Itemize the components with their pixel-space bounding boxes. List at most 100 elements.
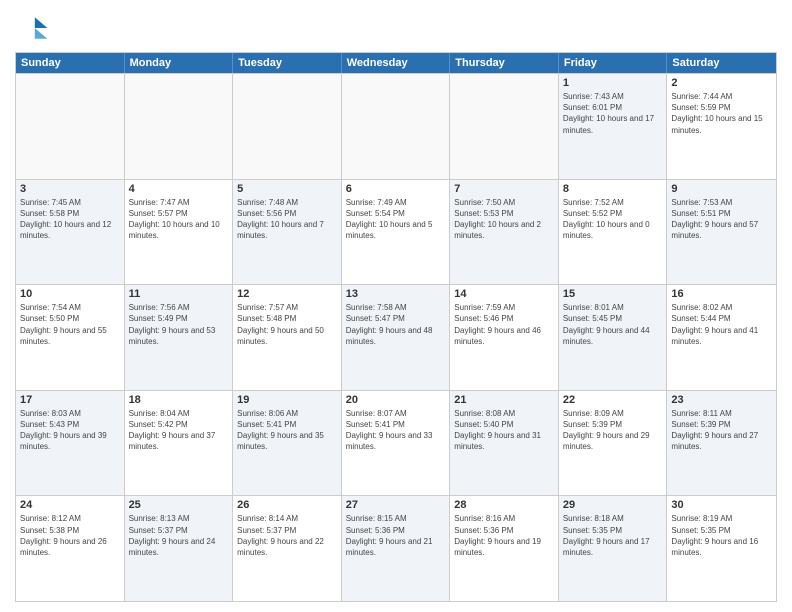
calendar-cell: [233, 74, 342, 179]
day-info: Sunrise: 8:15 AM Sunset: 5:36 PM Dayligh…: [346, 513, 446, 558]
calendar-cell: 20Sunrise: 8:07 AM Sunset: 5:41 PM Dayli…: [342, 391, 451, 496]
cal-header-cell: Saturday: [667, 53, 776, 73]
day-info: Sunrise: 7:44 AM Sunset: 5:59 PM Dayligh…: [671, 91, 772, 136]
day-number: 22: [563, 394, 663, 406]
day-number: 26: [237, 499, 337, 511]
calendar-cell: 1 Sunrise: 7:43 AM Sunset: 6:01 PM Daylig…: [559, 74, 668, 179]
calendar-cell: 8Sunrise: 7:52 AM Sunset: 5:52 PM Daylig…: [559, 180, 668, 285]
day-info: Sunrise: 8:07 AM Sunset: 5:41 PM Dayligh…: [346, 408, 446, 453]
day-info: Sunrise: 8:02 AM Sunset: 5:44 PM Dayligh…: [671, 302, 772, 347]
calendar-cell: 3 Sunrise: 7:45 AM Sunset: 5:58 PM Daylig…: [16, 180, 125, 285]
calendar-cell: [16, 74, 125, 179]
day-number: 16: [671, 288, 772, 300]
day-number: 29: [563, 499, 663, 511]
calendar-row: 3 Sunrise: 7:45 AM Sunset: 5:58 PM Daylig…: [16, 179, 776, 285]
calendar-header-row: SundayMondayTuesdayWednesdayThursdayFrid…: [16, 53, 776, 73]
day-number: 21: [454, 394, 554, 406]
cal-header-cell: Thursday: [450, 53, 559, 73]
day-number: 3: [20, 183, 120, 195]
day-number: 10: [20, 288, 120, 300]
day-number: 11: [129, 288, 229, 300]
calendar-cell: 22 Sunrise: 8:09 AM Sunset: 5:39 PM Dayli…: [559, 391, 668, 496]
day-number: 13: [346, 288, 446, 300]
day-info: Sunrise: 8:13 AM Sunset: 5:37 PM Dayligh…: [129, 513, 229, 558]
calendar-cell: 5 Sunrise: 7:48 AM Sunset: 5:56 PM Daylig…: [233, 180, 342, 285]
calendar-cell: 2Sunrise: 7:44 AM Sunset: 5:59 PM Daylig…: [667, 74, 776, 179]
cal-header-cell: Monday: [125, 53, 234, 73]
day-number: 9: [671, 183, 772, 195]
cal-header-cell: Wednesday: [342, 53, 451, 73]
calendar-cell: 19 Sunrise: 8:06 AM Sunset: 5:41 PM Dayli…: [233, 391, 342, 496]
day-number: 24: [20, 499, 120, 511]
day-number: 18: [129, 394, 229, 406]
day-info: Sunrise: 7:52 AM Sunset: 5:52 PM Dayligh…: [563, 197, 663, 242]
calendar-cell: 23 Sunrise: 8:11 AM Sunset: 5:39 PM Dayli…: [667, 391, 776, 496]
day-number: 27: [346, 499, 446, 511]
calendar-cell: 30 Sunrise: 8:19 AM Sunset: 5:35 PM Dayli…: [667, 496, 776, 601]
day-info: Sunrise: 8:14 AM Sunset: 5:37 PM Dayligh…: [237, 513, 337, 558]
day-info: Sunrise: 7:43 AM Sunset: 6:01 PM Dayligh…: [563, 91, 663, 136]
cal-header-cell: Friday: [559, 53, 668, 73]
calendar-cell: [450, 74, 559, 179]
day-info: Sunrise: 8:01 AM Sunset: 5:45 PM Dayligh…: [563, 302, 663, 347]
cal-header-cell: Tuesday: [233, 53, 342, 73]
calendar-cell: 15 Sunrise: 8:01 AM Sunset: 5:45 PM Dayli…: [559, 285, 668, 390]
calendar-body: 1 Sunrise: 7:43 AM Sunset: 6:01 PM Daylig…: [16, 73, 776, 601]
day-info: Sunrise: 7:59 AM Sunset: 5:46 PM Dayligh…: [454, 302, 554, 347]
day-number: 1: [563, 77, 663, 89]
calendar-cell: 26 Sunrise: 8:14 AM Sunset: 5:37 PM Dayli…: [233, 496, 342, 601]
day-number: 17: [20, 394, 120, 406]
day-info: Sunrise: 8:04 AM Sunset: 5:42 PM Dayligh…: [129, 408, 229, 453]
day-number: 25: [129, 499, 229, 511]
day-info: Sunrise: 7:45 AM Sunset: 5:58 PM Dayligh…: [20, 197, 120, 242]
day-number: 23: [671, 394, 772, 406]
calendar-cell: 18 Sunrise: 8:04 AM Sunset: 5:42 PM Dayli…: [125, 391, 234, 496]
day-info: Sunrise: 8:03 AM Sunset: 5:43 PM Dayligh…: [20, 408, 120, 453]
day-info: Sunrise: 7:49 AM Sunset: 5:54 PM Dayligh…: [346, 197, 446, 242]
day-info: Sunrise: 8:12 AM Sunset: 5:38 PM Dayligh…: [20, 513, 120, 558]
day-info: Sunrise: 7:56 AM Sunset: 5:49 PM Dayligh…: [129, 302, 229, 347]
day-number: 6: [346, 183, 446, 195]
calendar-row: 10 Sunrise: 7:54 AM Sunset: 5:50 PM Dayli…: [16, 284, 776, 390]
day-info: Sunrise: 7:54 AM Sunset: 5:50 PM Dayligh…: [20, 302, 120, 347]
day-info: Sunrise: 8:08 AM Sunset: 5:40 PM Dayligh…: [454, 408, 554, 453]
day-number: 15: [563, 288, 663, 300]
calendar-cell: 6 Sunrise: 7:49 AM Sunset: 5:54 PM Daylig…: [342, 180, 451, 285]
calendar-cell: 16 Sunrise: 8:02 AM Sunset: 5:44 PM Dayli…: [667, 285, 776, 390]
calendar-row: 17 Sunrise: 8:03 AM Sunset: 5:43 PM Dayli…: [16, 390, 776, 496]
calendar-row: 24 Sunrise: 8:12 AM Sunset: 5:38 PM Dayli…: [16, 495, 776, 601]
calendar-cell: 11 Sunrise: 7:56 AM Sunset: 5:49 PM Dayli…: [125, 285, 234, 390]
day-number: 12: [237, 288, 337, 300]
calendar-cell: [125, 74, 234, 179]
cal-header-cell: Sunday: [16, 53, 125, 73]
day-info: Sunrise: 8:06 AM Sunset: 5:41 PM Dayligh…: [237, 408, 337, 453]
day-info: Sunrise: 8:11 AM Sunset: 5:39 PM Dayligh…: [671, 408, 772, 453]
day-info: Sunrise: 7:48 AM Sunset: 5:56 PM Dayligh…: [237, 197, 337, 242]
calendar-cell: 24 Sunrise: 8:12 AM Sunset: 5:38 PM Dayli…: [16, 496, 125, 601]
page: SundayMondayTuesdayWednesdayThursdayFrid…: [0, 0, 792, 612]
logo: [15, 10, 55, 46]
day-number: 5: [237, 183, 337, 195]
day-info: Sunrise: 7:50 AM Sunset: 5:53 PM Dayligh…: [454, 197, 554, 242]
day-number: 19: [237, 394, 337, 406]
calendar-cell: 14 Sunrise: 7:59 AM Sunset: 5:46 PM Dayli…: [450, 285, 559, 390]
calendar-cell: 28Sunrise: 8:16 AM Sunset: 5:36 PM Dayli…: [450, 496, 559, 601]
day-info: Sunrise: 7:47 AM Sunset: 5:57 PM Dayligh…: [129, 197, 229, 242]
calendar-cell: 4 Sunrise: 7:47 AM Sunset: 5:57 PM Daylig…: [125, 180, 234, 285]
calendar-cell: 21 Sunrise: 8:08 AM Sunset: 5:40 PM Dayli…: [450, 391, 559, 496]
day-number: 30: [671, 499, 772, 511]
day-number: 4: [129, 183, 229, 195]
day-info: Sunrise: 8:09 AM Sunset: 5:39 PM Dayligh…: [563, 408, 663, 453]
day-info: Sunrise: 7:57 AM Sunset: 5:48 PM Dayligh…: [237, 302, 337, 347]
day-number: 7: [454, 183, 554, 195]
calendar: SundayMondayTuesdayWednesdayThursdayFrid…: [15, 52, 777, 602]
calendar-cell: 27 Sunrise: 8:15 AM Sunset: 5:36 PM Dayli…: [342, 496, 451, 601]
day-number: 14: [454, 288, 554, 300]
day-info: Sunrise: 8:19 AM Sunset: 5:35 PM Dayligh…: [671, 513, 772, 558]
day-info: Sunrise: 7:58 AM Sunset: 5:47 PM Dayligh…: [346, 302, 446, 347]
calendar-cell: 17 Sunrise: 8:03 AM Sunset: 5:43 PM Dayli…: [16, 391, 125, 496]
calendar-cell: 9Sunrise: 7:53 AM Sunset: 5:51 PM Daylig…: [667, 180, 776, 285]
logo-icon: [15, 10, 51, 46]
calendar-cell: 7 Sunrise: 7:50 AM Sunset: 5:53 PM Daylig…: [450, 180, 559, 285]
calendar-cell: [342, 74, 451, 179]
